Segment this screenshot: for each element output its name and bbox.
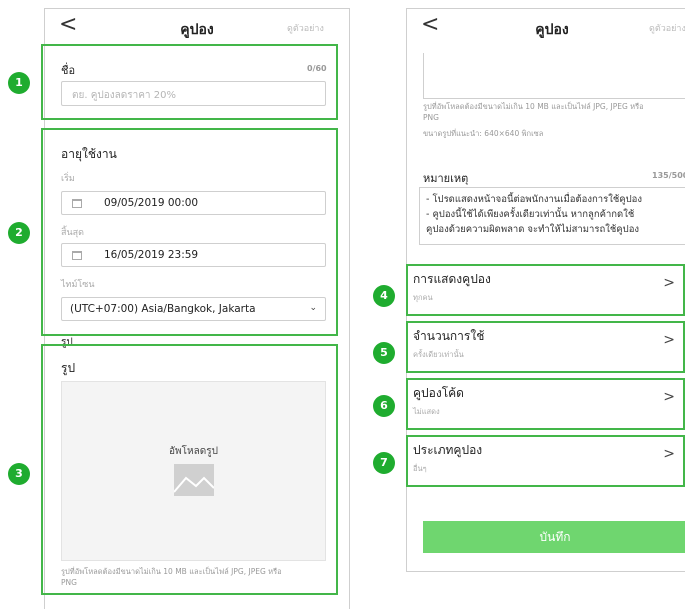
note-textarea[interactable]: - โปรดแสดงหน้าจอนี้ต่อพนักงานเมื่อต้องกา… (419, 187, 685, 245)
row-subtitle: ทุกคน (413, 293, 433, 302)
row-subtitle: อื่นๆ (413, 464, 427, 473)
row-title: ประเภทคูปอง (413, 443, 483, 457)
chevron-right-icon: > (663, 332, 675, 348)
page-title: คูปอง (535, 22, 569, 38)
recommended-size-hint: ขนาดรูปที่แนะนำ: 640×640 พิกเซล (423, 129, 544, 138)
row-display[interactable]: การแสดงคูปอง ทุกคน > (406, 264, 685, 316)
marker-5: 5 (373, 342, 395, 364)
upload-hint: รูปที่อัพโหลดต้องมีขนาดไม่เกิน 10 MB และ… (423, 102, 644, 111)
marker-1: 1 (8, 72, 30, 94)
chevron-right-icon: > (663, 275, 675, 291)
note-line: - คูปองนี้ใช้ได้เพียงครั้งเดียวเท่านั้น … (426, 209, 635, 220)
row-coupon-type[interactable]: ประเภทคูปอง อื่นๆ > (406, 435, 685, 487)
marker-2: 2 (8, 222, 30, 244)
marker-4: 4 (373, 285, 395, 307)
marker-7: 7 (373, 452, 395, 474)
upload-hint-ext: PNG (423, 113, 439, 122)
row-subtitle: ไม่แสดง (413, 407, 440, 416)
row-title: การแสดงคูปอง (413, 272, 491, 286)
marker-3: 3 (8, 463, 30, 485)
row-title: จำนวนการใช้ (413, 329, 485, 343)
note-line: คูปองด้วยความผิดพลาด จะทำให้ไม่สามารถใช้… (426, 224, 640, 235)
header: < คูปอง ดูตัวอย่าง (407, 9, 685, 45)
preview-link[interactable]: ดูตัวอย่าง (649, 21, 685, 35)
preview-link[interactable]: ดูตัวอย่าง (287, 21, 324, 35)
row-title: คูปองโค้ด (413, 386, 464, 400)
image-upload-bottom[interactable] (423, 53, 685, 99)
highlight-image-section (41, 344, 338, 595)
note-counter: 135/500 (652, 171, 685, 180)
note-line: - โปรดแสดงหน้าจอนี้ต่อพนักงานเมื่อต้องกา… (426, 194, 643, 205)
row-usage[interactable]: จำนวนการใช้ ครั้งเดียวเท่านั้น > (406, 321, 685, 373)
row-subtitle: ครั้งเดียวเท่านั้น (413, 350, 464, 359)
header: < คูปอง ดูตัวอย่าง (45, 9, 349, 45)
marker-6: 6 (373, 395, 395, 417)
chevron-right-icon: > (663, 389, 675, 405)
save-button[interactable]: บันทึก (423, 521, 685, 553)
note-label: หมายเหตุ (423, 172, 469, 185)
chevron-right-icon: > (663, 446, 675, 462)
row-coupon-code[interactable]: คูปองโค้ด ไม่แสดง > (406, 378, 685, 430)
highlight-name-section (41, 44, 338, 120)
highlight-period-section (41, 128, 338, 336)
